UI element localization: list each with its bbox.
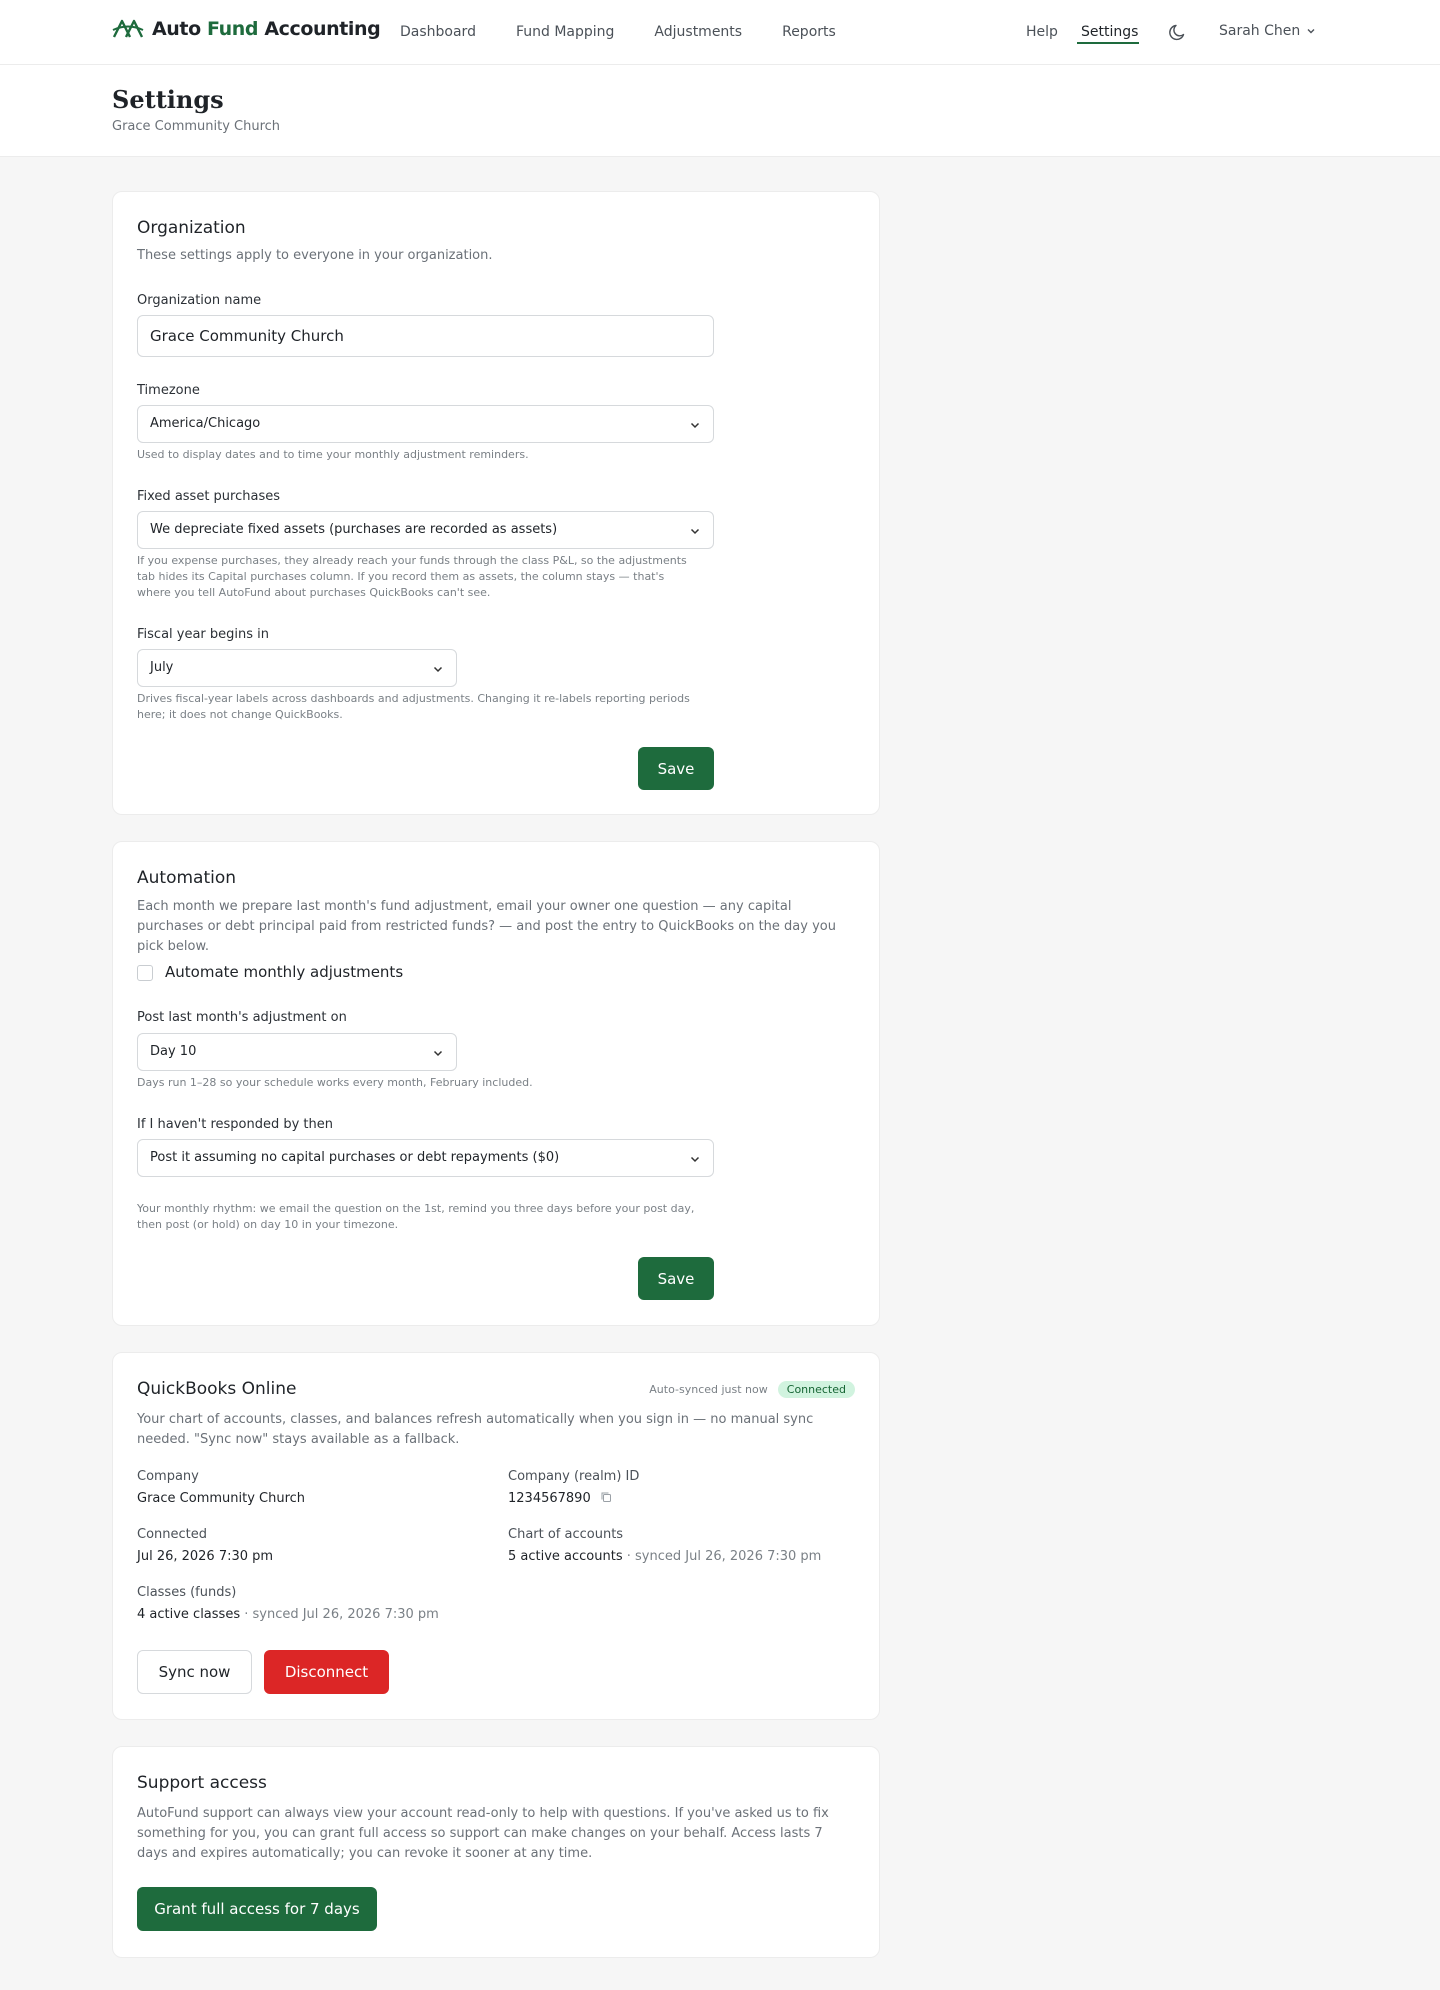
company-label: Company bbox=[137, 1469, 199, 1484]
fiscal-year-help: Drives fiscal-year labels across dashboa… bbox=[137, 692, 690, 721]
top-nav: Auto Fund Accounting Dashboard Fund Mapp… bbox=[0, 0, 1440, 65]
page-title: Settings bbox=[112, 85, 224, 114]
nav-reports[interactable]: Reports bbox=[782, 24, 836, 40]
active-tab-indicator bbox=[1077, 42, 1139, 44]
fixed-asset-value: We depreciate fixed assets (purchases ar… bbox=[150, 522, 558, 537]
no-response-value: Post it assuming no capital purchases or… bbox=[150, 1150, 560, 1165]
automation-title: Automation bbox=[137, 868, 237, 888]
right-nav: Help Settings Sarah Chen bbox=[1000, 0, 1440, 64]
quickbooks-status: Auto-synced just now Connected bbox=[649, 1381, 855, 1398]
automation-description: Each month we prepare last month's fund … bbox=[137, 899, 836, 954]
no-response-select[interactable]: Post it assuming no capital purchases or… bbox=[137, 1139, 714, 1177]
copy-icon[interactable] bbox=[600, 1491, 612, 1503]
fixed-asset-select[interactable]: We depreciate fixed assets (purchases ar… bbox=[137, 511, 714, 549]
fixed-asset-label: Fixed asset purchases bbox=[137, 489, 281, 504]
post-day-value: Day 10 bbox=[150, 1044, 197, 1059]
classes-value-row: 4 active classes · synced Jul 26, 2026 7… bbox=[137, 1607, 439, 1622]
support-title: Support access bbox=[137, 1773, 267, 1793]
chevron-down-icon bbox=[1307, 29, 1315, 34]
timezone-help: Used to display dates and to time your m… bbox=[137, 448, 529, 461]
coa-sync: · synced Jul 26, 2026 7:30 pm bbox=[622, 1549, 822, 1564]
user-menu[interactable]: Sarah Chen bbox=[1219, 23, 1316, 39]
quickbooks-description: Your chart of accounts, classes, and bal… bbox=[137, 1412, 814, 1447]
automate-checkbox[interactable] bbox=[137, 965, 153, 981]
nav-settings[interactable]: Settings bbox=[1081, 24, 1138, 40]
page-subtitle: Grace Community Church bbox=[112, 119, 281, 134]
logo-icon bbox=[112, 19, 144, 38]
organization-card: Organization These settings apply to eve… bbox=[112, 191, 880, 815]
nav-fund-mapping[interactable]: Fund Mapping bbox=[516, 24, 614, 40]
classes-value: 4 active classes bbox=[137, 1607, 241, 1622]
classes-sync: · synced Jul 26, 2026 7:30 pm bbox=[240, 1607, 439, 1622]
post-day-select[interactable]: Day 10 bbox=[137, 1033, 457, 1071]
disconnect-button[interactable]: Disconnect bbox=[264, 1650, 389, 1694]
fiscal-year-value: July bbox=[150, 660, 174, 675]
status-badge: Connected bbox=[777, 1381, 855, 1398]
automation-card: Automation Each month we prepare last mo… bbox=[112, 841, 880, 1326]
chevron-down-icon bbox=[690, 1156, 700, 1163]
org-name-label: Organization name bbox=[137, 293, 262, 308]
realm-value: 1234567890 bbox=[508, 1491, 591, 1506]
post-day-help: Days run 1–28 so your schedule works eve… bbox=[137, 1076, 533, 1089]
chevron-down-icon bbox=[690, 528, 700, 535]
chevron-down-icon bbox=[433, 1050, 443, 1057]
automate-checkbox-label[interactable]: Automate monthly adjustments bbox=[165, 963, 403, 981]
post-day-label: Post last month's adjustment on bbox=[137, 1010, 347, 1025]
nav-adjustments[interactable]: Adjustments bbox=[654, 24, 742, 40]
coa-value: 5 active accounts bbox=[508, 1549, 623, 1564]
app-logo[interactable]: Auto Fund Accounting bbox=[112, 17, 381, 41]
connected-label: Connected bbox=[137, 1527, 208, 1542]
fiscal-year-label: Fiscal year begins in bbox=[137, 627, 270, 642]
logo-text: Auto Fund Accounting bbox=[152, 18, 381, 40]
page-header: Settings Grace Community Church bbox=[0, 65, 1440, 157]
nav-dashboard[interactable]: Dashboard bbox=[400, 24, 476, 40]
rhythm-help: Your monthly rhythm: we email the questi… bbox=[137, 1202, 695, 1231]
grant-access-button[interactable]: Grant full access for 7 days bbox=[137, 1887, 377, 1931]
fiscal-year-select[interactable]: July bbox=[137, 649, 457, 687]
sync-now-button[interactable]: Sync now bbox=[137, 1650, 252, 1694]
coa-label: Chart of accounts bbox=[508, 1527, 624, 1542]
support-card: Support access AutoFund support can alwa… bbox=[112, 1746, 880, 1958]
quickbooks-title: QuickBooks Online bbox=[137, 1379, 297, 1399]
organization-description: These settings apply to everyone in your… bbox=[137, 248, 493, 263]
organization-title: Organization bbox=[137, 218, 246, 238]
chevron-down-icon bbox=[433, 666, 443, 673]
quickbooks-card: QuickBooks Online Auto-synced just now C… bbox=[112, 1352, 880, 1720]
connected-value: Jul 26, 2026 7:30 pm bbox=[137, 1549, 274, 1564]
org-name-input[interactable] bbox=[137, 315, 714, 357]
company-value: Grace Community Church bbox=[137, 1491, 306, 1506]
main-nav: Dashboard Fund Mapping Adjustments Repor… bbox=[400, 0, 836, 64]
realm-label: Company (realm) ID bbox=[508, 1469, 640, 1484]
user-name: Sarah Chen bbox=[1219, 23, 1301, 39]
timezone-value: America/Chicago bbox=[150, 416, 261, 431]
nav-help[interactable]: Help bbox=[1026, 24, 1058, 40]
automation-save-button[interactable]: Save bbox=[638, 1257, 714, 1300]
no-response-label: If I haven't responded by then bbox=[137, 1117, 334, 1132]
classes-label: Classes (funds) bbox=[137, 1585, 237, 1600]
moon-icon[interactable] bbox=[1168, 22, 1188, 42]
chevron-down-icon bbox=[690, 422, 700, 429]
fixed-asset-help: If you expense purchases, they already r… bbox=[137, 554, 687, 599]
timezone-select[interactable]: America/Chicago bbox=[137, 405, 714, 443]
timezone-label: Timezone bbox=[137, 383, 200, 398]
realm-value-row: 1234567890 bbox=[508, 1491, 612, 1506]
sync-status: Auto-synced just now bbox=[649, 1383, 768, 1396]
coa-value-row: 5 active accounts · synced Jul 26, 2026 … bbox=[508, 1549, 821, 1564]
support-description: AutoFund support can always view your ac… bbox=[137, 1806, 829, 1861]
organization-save-button[interactable]: Save bbox=[638, 747, 714, 790]
